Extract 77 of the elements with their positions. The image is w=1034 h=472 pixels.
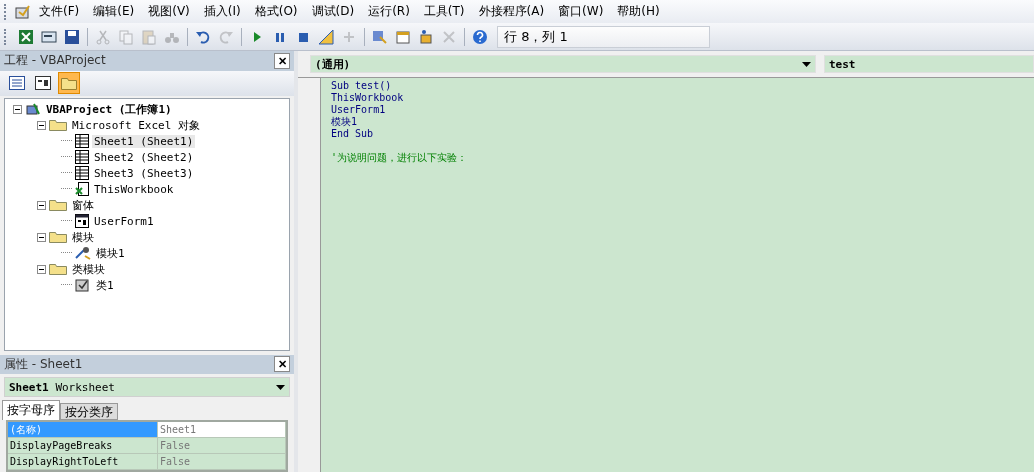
tab[interactable]: 按分类序 xyxy=(60,403,118,420)
pane-title: 属性 - Sheet1 xyxy=(4,356,83,373)
help-icon xyxy=(472,28,488,45)
folder-icon xyxy=(49,263,67,276)
collapse-toggle[interactable] xyxy=(37,264,46,274)
code-comment: '为说明问题，进行以下实验： xyxy=(331,152,469,164)
minus-icon xyxy=(39,234,44,240)
tree-item[interactable]: 模块1 xyxy=(94,245,127,261)
close-button[interactable]: ✕ xyxy=(274,52,290,69)
copy-icon xyxy=(118,28,134,45)
property-value[interactable]: Sheet1 xyxy=(158,422,286,438)
property-name[interactable]: DisplayPageBreaks xyxy=(8,438,158,454)
menu-item[interactable]: 帮助(H) xyxy=(611,1,666,22)
menu-item[interactable]: 运行(R) xyxy=(362,1,416,22)
dropdown-caret-icon xyxy=(276,384,285,390)
object-dropdown[interactable]: (通用) xyxy=(310,55,816,73)
tree-item[interactable]: Microsoft Excel 对象 xyxy=(70,117,202,133)
property-value[interactable]: False xyxy=(158,454,286,470)
folder-icon xyxy=(61,76,77,91)
property-value[interactable]: False xyxy=(158,438,286,454)
pane-title: 工程 - VBAProject xyxy=(4,52,106,70)
folder-icon xyxy=(49,231,67,244)
code-line: End Sub xyxy=(331,128,375,140)
tab[interactable]: 按字母序 xyxy=(2,400,60,420)
collapse-toggle[interactable] xyxy=(13,104,22,114)
tree-item[interactable]: UserForm1 xyxy=(92,214,156,228)
form-icon xyxy=(41,28,57,45)
code-line: UserForm1 xyxy=(331,104,387,116)
tree-item[interactable]: Sheet2 (Sheet2) xyxy=(92,150,196,164)
property-name[interactable]: DisplayRightToLeft xyxy=(8,454,158,470)
folder-icon xyxy=(49,199,67,212)
tree-item[interactable]: VBAProject (工作簿1) xyxy=(44,101,174,117)
tree-item[interactable]: 类模块 xyxy=(70,261,107,277)
tree-item[interactable]: 类1 xyxy=(94,277,116,293)
tree-item[interactable]: Sheet1 (Sheet1) xyxy=(92,134,196,148)
collapse-toggle[interactable] xyxy=(37,232,46,242)
menu-item[interactable]: 工具(T) xyxy=(417,1,471,22)
minus-icon xyxy=(39,202,44,208)
menu-item[interactable]: 插入(I) xyxy=(197,1,247,22)
form-view-icon xyxy=(35,76,51,91)
collapse-toggle[interactable] xyxy=(37,200,46,210)
collapse-toggle[interactable] xyxy=(37,120,46,130)
worksheet-icon xyxy=(75,150,89,165)
menu-item[interactable]: 窗口(W) xyxy=(552,1,610,22)
menu-item[interactable]: 视图(V) xyxy=(142,1,196,22)
menu-item[interactable]: 调试(D) xyxy=(305,1,361,22)
worksheet-icon xyxy=(75,134,89,149)
properties-icon xyxy=(395,28,411,45)
minus-icon xyxy=(15,106,20,112)
tree-item[interactable]: 窗体 xyxy=(70,197,96,213)
procedure-dropdown[interactable]: test xyxy=(824,55,1034,73)
scissors-icon xyxy=(95,28,111,45)
folder-icon xyxy=(49,119,67,132)
worksheet-icon xyxy=(75,166,89,181)
close-button[interactable]: ✕ xyxy=(274,356,290,373)
save-icon xyxy=(64,28,80,45)
tree-item[interactable]: Sheet3 (Sheet3) xyxy=(92,166,196,180)
code-view-icon xyxy=(9,76,25,91)
code-line: Sub test() xyxy=(331,80,393,92)
menu-item[interactable]: 格式(O) xyxy=(248,1,304,22)
minus-icon xyxy=(39,266,44,272)
cursor-position: 行 8，列 1 xyxy=(497,25,710,48)
tree-item[interactable]: 模块 xyxy=(70,229,96,245)
spreadsheet-icon xyxy=(18,28,34,45)
workbook-icon xyxy=(75,182,89,197)
code-line: ThisWorkbook xyxy=(331,92,405,104)
code-editor[interactable]: Sub test() ThisWorkbook UserForm1 模块1 End Sub '为说明问题，进行以下实验： xyxy=(321,78,1034,472)
object-dropdown[interactable]: Sheet1 Worksheet xyxy=(4,377,290,397)
minus-icon xyxy=(39,122,44,128)
dropdown-caret-icon xyxy=(802,61,811,67)
menu-item[interactable]: 外接程序(A) xyxy=(472,1,551,22)
code-line: 模块1 xyxy=(331,116,359,128)
form-icon xyxy=(75,214,89,229)
menu-item[interactable]: 编辑(E) xyxy=(87,1,141,22)
tree-item[interactable]: ThisWorkbook xyxy=(92,182,176,196)
menu-item[interactable]: 文件(F) xyxy=(33,1,86,22)
clipboard-icon xyxy=(141,28,157,45)
